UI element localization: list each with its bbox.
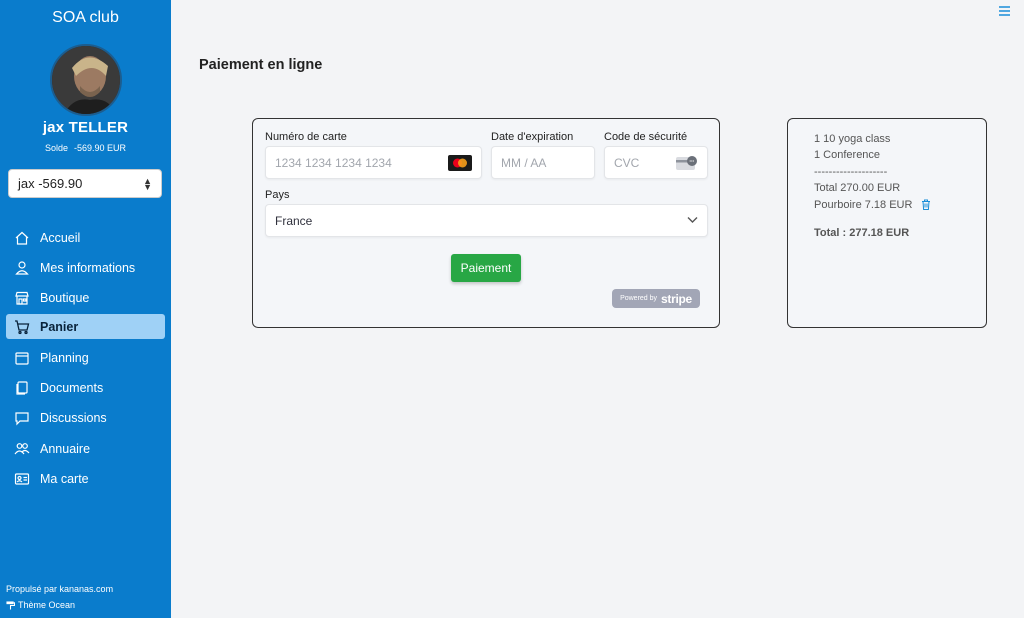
chat-icon [14, 410, 30, 426]
summary-item: 1 Conference [814, 149, 881, 161]
pay-button[interactable]: Paiement [451, 254, 521, 282]
store-icon [14, 290, 30, 306]
account-select-value: jax -569.90 [18, 176, 83, 191]
cvc-field[interactable]: CVC [604, 146, 708, 179]
sidebar-item-mes-informations[interactable]: Mes informations [6, 255, 165, 280]
home-icon [14, 230, 30, 246]
sidebar-item-label: Mes informations [40, 260, 136, 275]
sidebar-item-label: Ma carte [40, 471, 89, 486]
user-name: jax TELLER [42, 119, 129, 136]
sidebar-item-panier[interactable]: Panier [6, 314, 165, 339]
footer-theme-label: Thème Ocean [18, 600, 76, 610]
sidebar-item-annuaire[interactable]: Annuaire [6, 436, 165, 461]
cvc-card-icon [676, 156, 697, 170]
footer-theme[interactable]: Thème Ocean [6, 600, 75, 610]
summary-total: Total 270.00 EUR [814, 182, 901, 194]
people-icon [14, 441, 30, 457]
expiry-placeholder: MM / AA [501, 155, 547, 170]
payment-form: Numéro de carte 1234 1234 1234 1234 Date… [252, 118, 720, 328]
sidebar: SOA club jax TELLER Solde -569.90 EUR jax… [0, 0, 171, 618]
sidebar-item-label: Accueil [40, 230, 81, 245]
summary-item: 1 10 yoga class [814, 133, 891, 145]
hamburger-menu-icon[interactable] [999, 6, 1010, 16]
club-name[interactable]: SOA club [0, 9, 171, 27]
sidebar-item-label: Discussions [40, 410, 107, 425]
sidebar-item-planning[interactable]: Planning [6, 345, 165, 370]
sidebar-item-boutique[interactable]: Boutique [6, 285, 165, 310]
sidebar-item-label: Planning [40, 350, 89, 365]
calendar-icon [14, 350, 30, 366]
paint-roller-icon [6, 600, 15, 610]
trash-icon[interactable] [921, 199, 931, 210]
select-caret-icon: ▲ ▼ [143, 176, 152, 192]
sidebar-item-label: Boutique [40, 290, 90, 305]
expiry-field[interactable]: MM / AA [491, 146, 595, 179]
sidebar-item-ma-carte[interactable]: Ma carte [6, 466, 165, 491]
cvc-placeholder: CVC [614, 155, 640, 170]
card-number-placeholder: 1234 1234 1234 1234 [275, 155, 392, 170]
card-number-label: Numéro de carte [265, 131, 347, 143]
id-card-icon [14, 471, 30, 487]
summary-tip: Pourboire 7.18 EUR [814, 199, 913, 211]
chevron-down-icon [687, 217, 698, 223]
documents-icon [14, 380, 30, 396]
page-title: Paiement en ligne [199, 57, 323, 73]
country-select[interactable]: France [265, 204, 708, 237]
sidebar-item-accueil[interactable]: Accueil [6, 225, 165, 250]
country-value: France [275, 213, 313, 228]
avatar[interactable] [50, 44, 122, 116]
sidebar-item-label: Annuaire [40, 441, 91, 456]
balance-label: Solde [44, 143, 68, 153]
balance: Solde -569.90 EUR [0, 143, 171, 153]
summary-separator: -------------------- [814, 166, 888, 178]
cart-icon [14, 319, 30, 335]
mastercard-icon [448, 155, 472, 171]
stripe-logo: stripe [661, 291, 692, 306]
summary-grand-total: Total : 277.18 EUR [814, 227, 910, 239]
sidebar-item-label: Panier [40, 319, 79, 334]
summary-tip-row: Pourboire 7.18 EUR [814, 199, 931, 211]
powered-by-stripe-badge[interactable]: Powered by stripe [612, 289, 700, 308]
footer-powered-link[interactable]: Propulsé par kananas.com [6, 584, 113, 594]
account-select[interactable]: jax -569.90 ▲ ▼ [8, 169, 162, 198]
balance-value: -569.90 EUR [74, 143, 127, 153]
user-icon [14, 260, 30, 276]
powered-by-label: Powered by [620, 295, 658, 302]
sidebar-item-documents[interactable]: Documents [6, 375, 165, 400]
card-number-field[interactable]: 1234 1234 1234 1234 [265, 146, 482, 179]
country-label: Pays [265, 189, 290, 201]
expiry-label: Date d'expiration [491, 131, 574, 143]
order-summary: 1 10 yoga class 1 Conference -----------… [787, 118, 987, 328]
cvc-label: Code de sécurité [604, 131, 688, 143]
sidebar-item-label: Documents [40, 380, 104, 395]
sidebar-item-discussions[interactable]: Discussions [6, 405, 165, 430]
